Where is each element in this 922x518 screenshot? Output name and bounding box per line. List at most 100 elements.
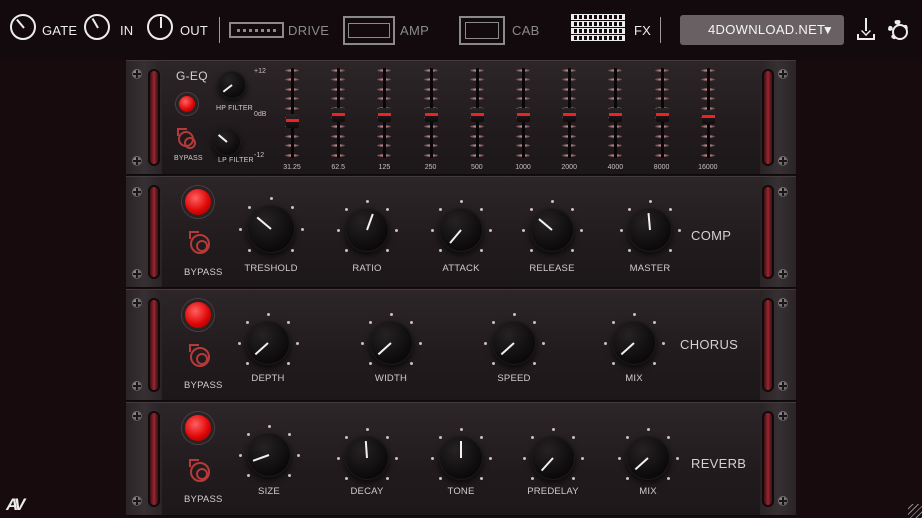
reverb-power-led[interactable] [182,412,214,444]
chorus-knob-1[interactable] [369,321,413,365]
bypass-icon[interactable] [189,231,210,254]
fx-label[interactable]: FX [634,23,651,38]
geq-power-led[interactable] [176,93,198,115]
knob-scale-dot [336,456,340,460]
comp-knob-3[interactable] [530,208,574,252]
eq-slider-cap[interactable] [517,108,530,122]
eq-band-2000 [559,66,579,160]
knob-pointer [620,342,635,355]
knob-scale-dot [653,320,656,324]
eq-band-8000 [652,66,672,160]
comp-knob-0[interactable] [247,205,295,253]
knob-scale-dot [551,427,555,431]
knob-scale-dot [669,207,672,211]
reverb-knob-label: TONE [447,486,475,497]
reverb-knob-3[interactable] [531,436,575,480]
chorus-bypass-label: BYPASS [184,380,223,391]
gear-icon[interactable] [888,20,908,40]
lp-filter-knob[interactable] [213,128,241,156]
knob-scale-dot [288,474,291,477]
knob-scale-dot [336,228,340,232]
eq-slider-track[interactable] [291,68,294,158]
knob-pointer [449,229,462,244]
knob-scale-dot [288,432,291,436]
rack-ear-right [760,403,796,515]
reverb-title: REVERB [691,456,747,471]
eq-slider-cap[interactable] [609,108,623,122]
fx-rack-icon[interactable] [571,14,625,47]
drive-pedal-icon[interactable] [229,22,284,38]
in-knob-icon[interactable] [84,14,110,40]
download-icon[interactable] [857,18,875,42]
drive-label[interactable]: DRIVE [288,23,329,38]
knob-scale-dot [247,205,251,209]
rack-handle [148,298,160,392]
out-knob-icon[interactable] [147,14,173,40]
chorus-knob-0[interactable] [246,321,290,365]
knob-scale-dot [238,453,242,457]
screw-icon [778,298,788,308]
knob-scale-dot [291,249,295,253]
geq-title: G-EQ [176,69,208,83]
cab-icon[interactable] [459,16,505,45]
bypass-icon[interactable] [189,344,210,367]
chorus-power-led[interactable] [182,299,214,331]
knob-scale-dot [530,477,534,480]
bypass-icon[interactable] [177,128,196,149]
eq-slider-cap[interactable] [701,109,715,124]
resize-grip-icon[interactable] [908,504,922,518]
comp-knob-1[interactable] [345,208,389,252]
reverb-knob-2[interactable] [439,436,483,480]
knob-scale-dot [483,341,487,345]
eq-slider-cap[interactable] [563,108,577,122]
eq-slider-cap[interactable] [424,108,438,122]
out-label: OUT [180,23,209,38]
chorus-knob-label: WIDTH [374,373,408,384]
reverb-knob-4[interactable] [626,436,670,480]
knob-scale-dot [300,227,304,231]
knob-scale-dot [344,435,348,439]
rack-ear-left [126,290,162,400]
comp-knob-label: RATIO [352,263,382,274]
preset-dropdown[interactable]: 4DOWNLOAD.NET ▼ [680,15,844,45]
screw-icon [132,381,142,391]
screw-icon [778,187,788,197]
eq-slider-cap[interactable] [332,108,346,122]
reverb-knob-label: DECAY [350,486,384,497]
gate-knob-icon[interactable] [10,14,36,40]
knob-scale-dot [267,424,271,428]
reverb-knob-1[interactable] [345,436,389,480]
knob-scale-dot [625,477,629,480]
db-plus-label: +12 [254,68,266,75]
hp-filter-knob[interactable] [218,71,246,99]
reverb-knob-0[interactable] [247,433,291,477]
cab-label[interactable]: CAB [512,23,540,38]
knob-scale-dot [247,249,251,253]
screw-icon [778,156,788,166]
eq-frequency-label: 2000 [561,164,577,171]
eq-slider-cap[interactable] [655,108,669,122]
comp-knob-2[interactable] [439,208,483,252]
amp-label[interactable]: AMP [400,23,429,38]
knob-scale-dot [410,320,413,324]
eq-frequency-label: 8000 [653,164,670,171]
comp-knob-4[interactable] [628,208,672,252]
knob-pointer [254,342,269,355]
knob-scale-dot [611,320,615,324]
knob-scale-dot [522,456,526,460]
eq-slider-cap[interactable] [378,108,392,122]
comp-power-led[interactable] [182,186,214,218]
knob-scale-dot [579,228,583,232]
amp-head-icon[interactable] [343,16,395,45]
knob-scale-dot [572,435,575,439]
knob-scale-dot [667,435,670,439]
eq-slider-cap[interactable] [286,114,299,129]
bypass-icon[interactable] [189,459,210,482]
in-label: IN [120,23,134,38]
screw-icon [132,496,142,506]
chorus-knob-2[interactable] [492,321,536,365]
chorus-knob-3[interactable] [612,321,656,365]
lp-filter-label: LP FILTER [218,157,254,164]
knob-scale-dot [266,312,270,316]
eq-slider-cap[interactable] [470,108,484,122]
